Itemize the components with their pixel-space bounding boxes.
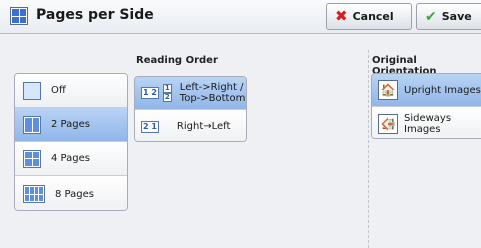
option-left-to-right-label: Left->Right / Top->Bottom [179,82,246,104]
option-4-pages[interactable]: 4 Pages [15,142,127,176]
left-to-right-icon: 1 2 12 [141,84,172,102]
original-orientation-panel: 🏠 Upright Images 🏠 Sideways Images [371,73,481,139]
cancel-button[interactable]: ✖ Cancel [326,3,412,30]
option-off-label: Off [51,85,66,96]
option-8-pages[interactable]: 8 Pages [15,176,127,210]
option-8-pages-label: 8 Pages [55,188,94,200]
option-left-to-right[interactable]: 1 2 12 Left->Right / Top->Bottom [135,77,246,110]
four-pages-icon [23,149,41,168]
option-sideways-images[interactable]: 🏠 Sideways Images [372,107,481,138]
pages-per-side-icon [10,7,28,25]
option-2-pages[interactable]: 2 Pages [15,108,127,142]
eight-pages-icon [23,185,45,203]
divider [368,50,369,248]
upright-images-icon: 🏠 [378,80,398,100]
save-button[interactable]: ✔ Save [416,3,481,30]
title-bar: Pages per Side ✖ Cancel ✔ Save [0,0,481,34]
right-to-left-icon: 2 1 [141,120,159,133]
page-title: Pages per Side [36,7,154,23]
pages-per-side-panel: Off 2 Pages 4 Pages 8 Pages [14,73,128,211]
off-icon [23,81,41,100]
save-check-icon: ✔ [425,8,437,25]
option-upright-images-label: Upright Images [404,84,481,96]
sideways-images-icon: 🏠 [378,113,398,134]
option-right-to-left-label: Right→Left [176,121,231,132]
option-right-to-left[interactable]: 2 1 Right→Left [135,110,246,141]
option-sideways-images-label: Sideways Images [404,112,452,135]
option-off[interactable]: Off [15,74,127,108]
cancel-label: Cancel [352,10,394,23]
save-label: Save [441,10,472,23]
reading-order-panel: 1 2 12 Left->Right / Top->Bottom 2 1 Righ… [134,76,247,142]
two-pages-icon [23,115,41,134]
option-4-pages-label: 4 Pages [51,153,90,164]
cancel-x-icon: ✖ [335,7,348,25]
option-2-pages-label: 2 Pages [51,119,90,130]
option-upright-images[interactable]: 🏠 Upright Images [372,74,481,107]
reading-order-title: Reading Order [136,55,218,66]
